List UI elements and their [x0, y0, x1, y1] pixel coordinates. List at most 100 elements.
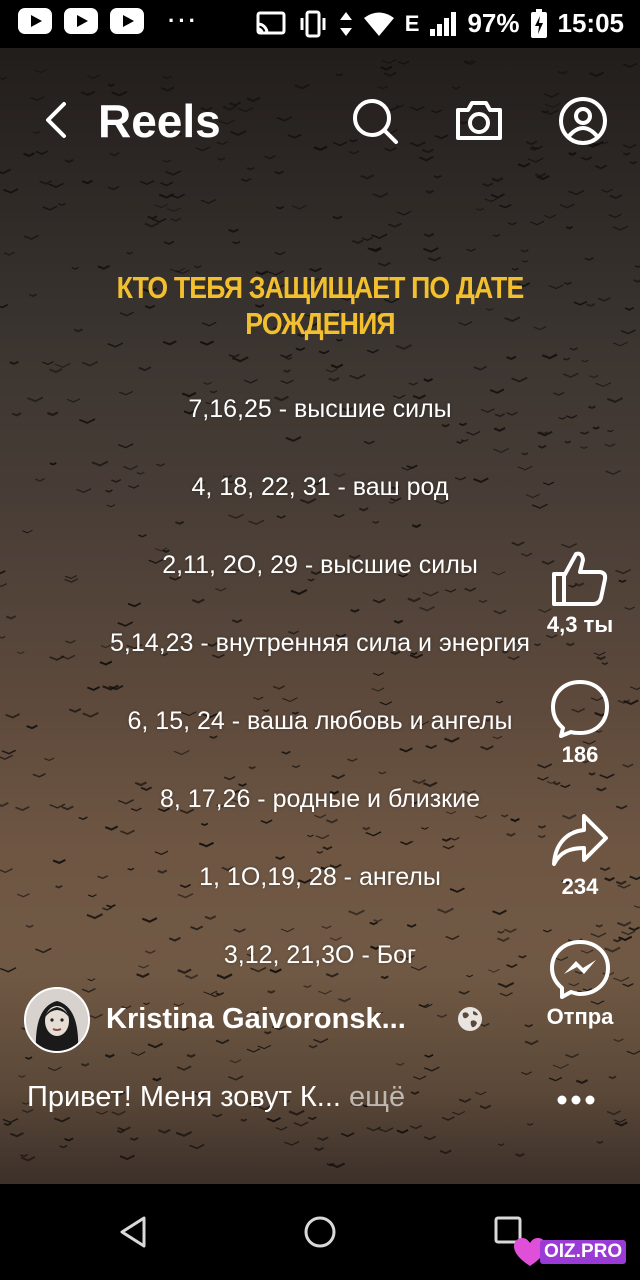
- bird-silhouette: [622, 763, 634, 768]
- bird-silhouette: [119, 1154, 135, 1161]
- bird-silhouette: [44, 757, 55, 762]
- bird-silhouette: [18, 1074, 26, 1078]
- back-arrow-icon[interactable]: [38, 98, 78, 142]
- bird-silhouette: [616, 921, 632, 927]
- bird-silhouette: [521, 452, 529, 456]
- comment-button[interactable]: 186: [540, 678, 620, 768]
- bird-silhouette: [408, 382, 418, 386]
- bird-silhouette: [595, 382, 612, 387]
- bird-silhouette: [372, 598, 386, 604]
- bird-silhouette: [464, 587, 477, 592]
- bird-silhouette: [565, 225, 573, 230]
- bird-silhouette: [229, 1059, 242, 1064]
- bird-silhouette: [303, 984, 312, 988]
- bird-silhouette: [406, 923, 417, 928]
- bird-silhouette: [203, 990, 218, 996]
- bird-silhouette: [366, 349, 379, 354]
- profile-icon[interactable]: [558, 96, 608, 146]
- reel-line: 4, 18, 22, 31 - ваш род: [191, 473, 449, 501]
- bird-silhouette: [595, 924, 603, 928]
- bird-silhouette: [475, 815, 487, 819]
- back-triangle-icon[interactable]: [116, 1214, 150, 1250]
- bird-silhouette: [491, 177, 504, 183]
- messenger-icon: [550, 940, 610, 999]
- bird-silhouette: [99, 660, 113, 666]
- search-icon[interactable]: [350, 96, 400, 146]
- bird-silhouette: [314, 814, 327, 819]
- network-type: E: [404, 10, 420, 36]
- send-button[interactable]: Отпра: [540, 938, 620, 1030]
- bird-silhouette: [78, 816, 88, 821]
- bird-silhouette: [17, 893, 30, 898]
- share-button[interactable]: 234: [540, 810, 620, 900]
- bird-silhouette: [290, 589, 308, 596]
- bird-silhouette: [316, 850, 324, 854]
- bird-silhouette: [144, 222, 160, 228]
- bird-silhouette: [136, 972, 150, 978]
- bird-silhouette: [521, 1071, 532, 1076]
- bird-silhouette: [396, 1062, 405, 1066]
- bird-silhouette: [607, 429, 614, 433]
- bird-silhouette: [552, 1063, 569, 1069]
- bird-silhouette: [81, 179, 93, 185]
- bird-silhouette: [117, 621, 134, 627]
- bird-silhouette: [322, 845, 333, 851]
- bird-silhouette: [568, 189, 585, 196]
- bird-silhouette: [257, 1044, 272, 1050]
- bird-silhouette: [163, 240, 175, 245]
- bird-silhouette: [248, 519, 265, 526]
- bird-silhouette: [138, 534, 147, 538]
- bird-silhouette: [87, 686, 101, 691]
- bird-silhouette: [424, 1054, 434, 1058]
- bird-silhouette: [517, 162, 531, 168]
- bird-silhouette: [333, 513, 345, 518]
- bird-silhouette: [243, 378, 258, 384]
- bird-silhouette: [413, 1075, 427, 1080]
- bird-silhouette: [42, 361, 54, 366]
- bird-silhouette: [441, 837, 451, 842]
- see-more-link[interactable]: ещё: [349, 1081, 405, 1113]
- bird-silhouette: [369, 921, 378, 926]
- reel-line: 7,16,25 - высшие силы: [188, 395, 452, 423]
- bird-silhouette: [0, 168, 12, 175]
- youtube-notification-icon: [18, 8, 52, 34]
- bird-silhouette: [173, 749, 190, 756]
- bird-silhouette: [393, 619, 404, 624]
- bird-silhouette: [274, 170, 284, 175]
- bird-silhouette: [524, 1023, 534, 1028]
- bird-silhouette: [372, 672, 385, 676]
- author-name[interactable]: Kristina Gaivoronsk...: [106, 1003, 406, 1036]
- bird-silhouette: [228, 353, 240, 358]
- avatar[interactable]: [24, 987, 90, 1053]
- more-options-icon[interactable]: [556, 1090, 596, 1110]
- post-caption[interactable]: Привет! Меня зовут К... ещё: [27, 1081, 405, 1114]
- bird-silhouette: [32, 773, 46, 778]
- bird-silhouette: [0, 754, 13, 760]
- bird-silhouette: [2, 1118, 19, 1124]
- bird-silhouette: [87, 894, 97, 898]
- bird-silhouette: [383, 71, 397, 77]
- bird-silhouette: [209, 390, 218, 394]
- bird-silhouette: [200, 198, 217, 204]
- bird-silhouette: [623, 699, 639, 706]
- comment-icon: [551, 680, 609, 738]
- bird-silhouette: [156, 463, 165, 467]
- home-circle-icon[interactable]: [302, 1214, 338, 1250]
- youtube-notification-icon: [110, 8, 144, 34]
- bird-silhouette: [22, 529, 33, 534]
- bird-silhouette: [599, 773, 615, 779]
- camera-icon[interactable]: [454, 96, 504, 146]
- bird-silhouette: [541, 353, 558, 360]
- bird-silhouette: [59, 1144, 68, 1149]
- bird-silhouette: [91, 460, 109, 467]
- share-arrow-icon: [552, 814, 608, 866]
- like-button[interactable]: 4,3 ты: [540, 548, 620, 638]
- bird-silhouette: [437, 907, 454, 914]
- bird-silhouette: [400, 840, 412, 846]
- bird-silhouette: [147, 215, 158, 220]
- bird-silhouette: [612, 225, 629, 231]
- bird-silhouette: [493, 609, 507, 615]
- bird-silhouette: [166, 207, 181, 212]
- bird-silhouette: [170, 217, 182, 222]
- bird-silhouette: [1, 749, 17, 755]
